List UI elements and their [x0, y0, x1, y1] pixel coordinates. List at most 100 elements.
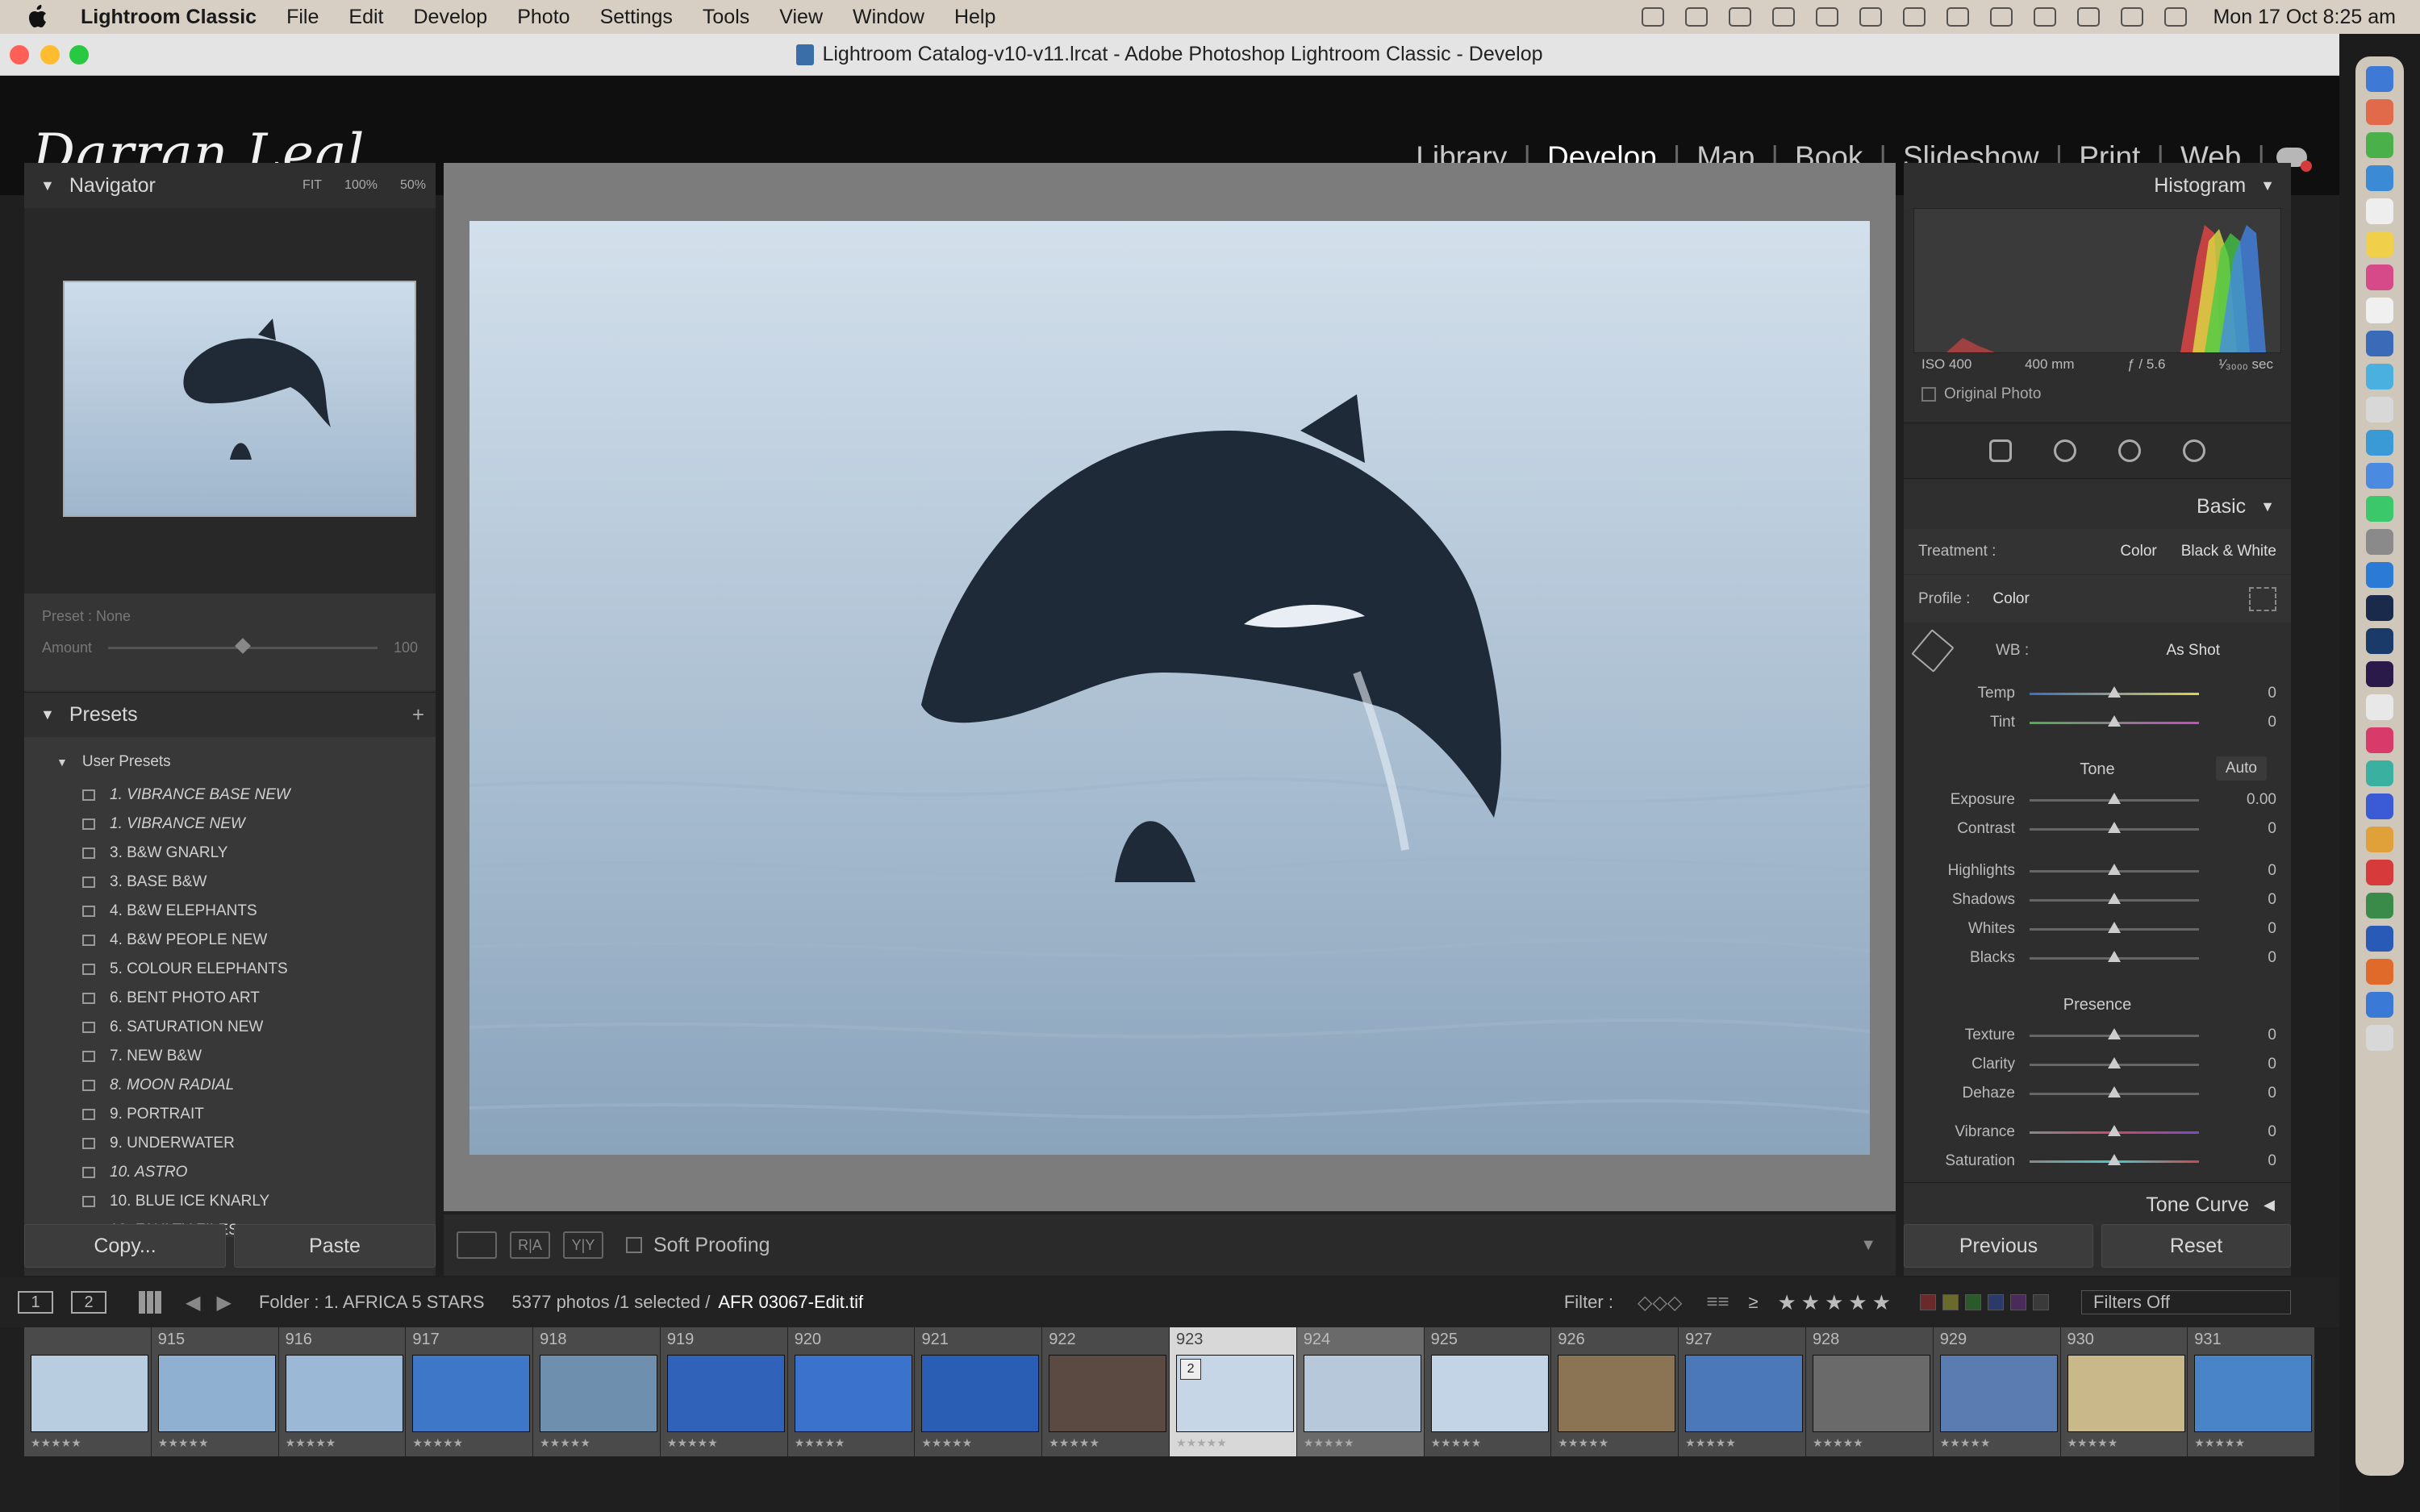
- blue-label-filter[interactable]: [1988, 1294, 2004, 1310]
- wb-select[interactable]: As Shot: [2166, 642, 2220, 660]
- preset-item[interactable]: 6. BENT PHOTO ART: [56, 984, 436, 1013]
- dock-app-icon[interactable]: [2366, 1025, 2393, 1051]
- preset-item[interactable]: 4. B&W ELEPHANTS: [56, 897, 436, 926]
- preset-item[interactable]: 9. PORTRAIT: [56, 1100, 436, 1129]
- shadows-slider[interactable]: [2030, 892, 2199, 904]
- dock-app-icon[interactable]: [2366, 99, 2393, 125]
- before-after-yy-button[interactable]: Y|Y: [563, 1231, 603, 1259]
- slider-value[interactable]: 0: [2215, 1123, 2276, 1141]
- dock-app-icon[interactable]: [2366, 727, 2393, 753]
- grid-view-icon[interactable]: [139, 1291, 161, 1314]
- previous-button[interactable]: Previous: [1904, 1224, 2093, 1268]
- selected-filename[interactable]: AFR 03067-Edit.tif: [718, 1292, 863, 1313]
- expand-triangle-icon[interactable]: ▼: [56, 756, 68, 768]
- filmstrip-cell[interactable]: 921 ★★★★★: [915, 1327, 1043, 1456]
- dock-app-icon[interactable]: [2366, 760, 2393, 786]
- filmstrip-cell[interactable]: 918 ★★★★★: [533, 1327, 661, 1456]
- dock-app-icon[interactable]: [2366, 264, 2393, 290]
- before-after-ra-button[interactable]: R|A: [510, 1231, 550, 1259]
- dock-app-icon[interactable]: [2366, 331, 2393, 356]
- slider-value[interactable]: 0: [2215, 920, 2276, 938]
- main-window-button[interactable]: 1: [18, 1291, 53, 1314]
- slider-value[interactable]: 0: [2215, 1085, 2276, 1102]
- filmstrip-thumbnail[interactable]: [1049, 1355, 1167, 1432]
- tint-slider[interactable]: [2030, 714, 2199, 727]
- profile-select[interactable]: Color: [1992, 590, 2029, 608]
- slider-value[interactable]: 0: [2215, 685, 2276, 702]
- toolbar-menu-chevron-icon[interactable]: ▼: [1860, 1236, 1876, 1255]
- dock-app-icon[interactable]: [2366, 628, 2393, 654]
- dock-app-icon[interactable]: [2366, 364, 2393, 389]
- filmstrip-thumbnail[interactable]: 2: [1176, 1355, 1295, 1432]
- menu-edit[interactable]: Edit: [348, 6, 383, 29]
- amount-value[interactable]: 100: [394, 639, 418, 656]
- slider-value[interactable]: 0: [2215, 891, 2276, 909]
- slider-value[interactable]: 0: [2215, 1152, 2276, 1170]
- menu-app-name[interactable]: Lightroom Classic: [81, 6, 257, 29]
- control-center-icon[interactable]: [2121, 7, 2144, 27]
- filmstrip-cell[interactable]: 926 ★★★★★: [1551, 1327, 1679, 1456]
- collapse-triangle-icon[interactable]: ▼: [40, 706, 55, 723]
- dock-app-icon[interactable]: [2366, 430, 2393, 456]
- star-rating[interactable]: ★★★★★: [31, 1436, 81, 1450]
- main-photo[interactable]: [469, 221, 1870, 1155]
- user-icon[interactable]: [1946, 7, 1970, 27]
- zoom-50[interactable]: 50%: [400, 178, 426, 193]
- no-label-filter[interactable]: [2033, 1294, 2049, 1310]
- zoom-fit[interactable]: FIT: [302, 178, 322, 193]
- whites-slider[interactable]: [2030, 921, 2199, 933]
- filmstrip-cell[interactable]: 919 ★★★★★: [660, 1327, 788, 1456]
- filmstrip-cell[interactable]: 916 ★★★★★: [278, 1327, 407, 1456]
- filmstrip-cell[interactable]: 917 ★★★★★: [406, 1327, 534, 1456]
- original-photo-row[interactable]: Original Photo: [1904, 381, 2291, 408]
- paste-settings-button[interactable]: Paste: [234, 1224, 436, 1268]
- dock-app-icon[interactable]: [2366, 132, 2393, 158]
- dock-app-icon[interactable]: [2366, 562, 2393, 588]
- time-machine-icon[interactable]: [2034, 7, 2057, 27]
- filmstrip-cell[interactable]: 924 ★★★★★: [1296, 1327, 1425, 1456]
- volume-icon[interactable]: [1772, 7, 1796, 27]
- slider-value[interactable]: 0: [2215, 820, 2276, 838]
- dock-app-icon[interactable]: [2366, 66, 2393, 92]
- auto-tone-button[interactable]: Auto: [2215, 756, 2267, 781]
- star-rating[interactable]: ★★★★★: [1940, 1436, 1991, 1450]
- highlights-slider[interactable]: [2030, 863, 2199, 875]
- tone-curve-header[interactable]: Tone Curve ◀: [1904, 1182, 2291, 1227]
- star-rating[interactable]: ★★★★★: [2194, 1436, 2245, 1450]
- zoom-window-button[interactable]: [69, 45, 89, 65]
- filmstrip-thumbnail[interactable]: [1939, 1355, 2058, 1432]
- flag-filter-icons[interactable]: ◇◇◇: [1638, 1291, 1682, 1314]
- apple-menu-icon[interactable]: [27, 5, 48, 29]
- minimize-window-button[interactable]: [40, 45, 60, 65]
- preset-item[interactable]: 10. BLUE ICE KNARLY: [56, 1187, 436, 1216]
- dock-app-icon[interactable]: [2366, 463, 2393, 489]
- edit-filter-icons[interactable]: ≡≡: [1706, 1291, 1729, 1314]
- vibrance-slider[interactable]: [2030, 1124, 2199, 1136]
- menu-view[interactable]: View: [779, 6, 823, 29]
- slider-knob[interactable]: [2108, 921, 2121, 933]
- slider-value[interactable]: 0: [2215, 862, 2276, 880]
- slider-knob[interactable]: [2108, 714, 2121, 727]
- cloud-sync-icon[interactable]: [1642, 7, 1665, 27]
- presets-header[interactable]: ▼ Presets +: [24, 692, 436, 737]
- slider-knob[interactable]: [2108, 1085, 2121, 1098]
- masking-icon[interactable]: [2183, 439, 2205, 462]
- star-rating[interactable]: ★★★★★: [158, 1436, 209, 1450]
- filmstrip-thumbnail[interactable]: [412, 1355, 531, 1432]
- dock-app-icon[interactable]: [2366, 793, 2393, 819]
- preset-item[interactable]: 8. MOON RADIAL: [56, 1071, 436, 1100]
- red-label-filter[interactable]: [1920, 1294, 1936, 1310]
- exposure-slider[interactable]: [2030, 792, 2199, 804]
- histogram-graph[interactable]: [1913, 208, 2281, 353]
- navigator-thumbnail[interactable]: [63, 281, 416, 517]
- preset-item[interactable]: 5. COLOUR ELEPHANTS: [56, 955, 436, 984]
- siri-icon[interactable]: [2164, 7, 2188, 27]
- filmstrip-thumbnail[interactable]: [1685, 1355, 1804, 1432]
- folder-source[interactable]: Folder : 1. AFRICA 5 STARS: [259, 1292, 485, 1313]
- preset-item[interactable]: 3. BASE B&W: [56, 868, 436, 897]
- dock-app-icon[interactable]: [2366, 165, 2393, 191]
- filmstrip-thumbnail[interactable]: [921, 1355, 1040, 1432]
- star-rating[interactable]: ★★★★★: [1813, 1436, 1863, 1450]
- filter-preset-select[interactable]: Filters Off: [2081, 1290, 2291, 1314]
- add-preset-icon[interactable]: +: [412, 702, 424, 727]
